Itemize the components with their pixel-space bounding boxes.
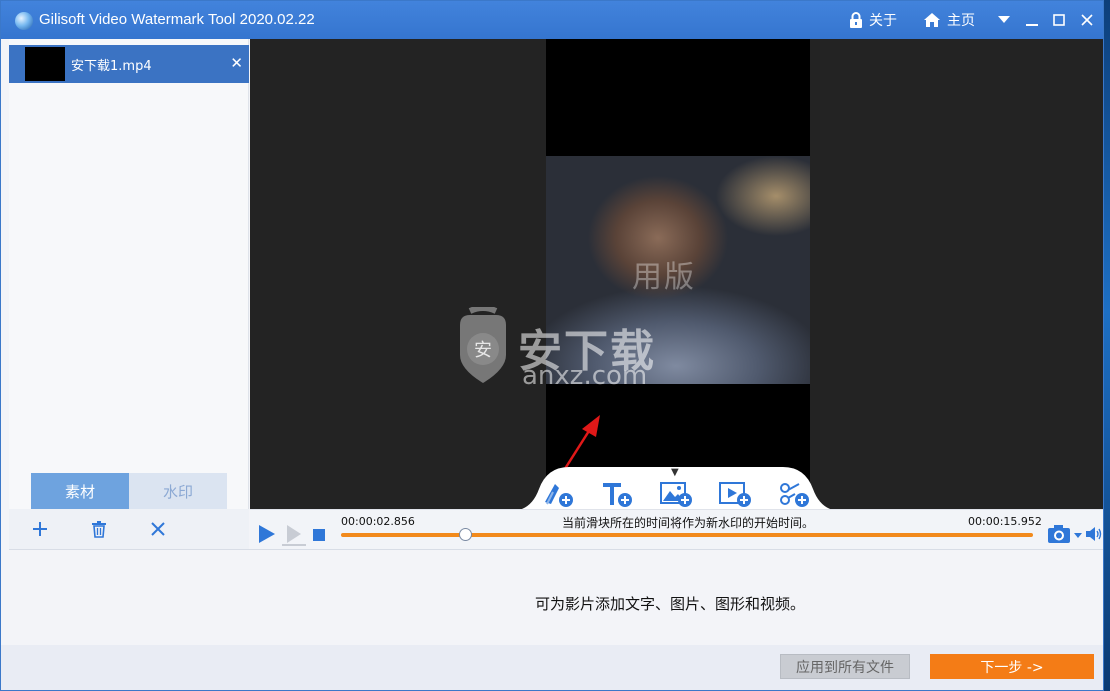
add-effect-button[interactable]: [777, 479, 811, 509]
camera-icon: [1048, 525, 1082, 543]
logo-badge-text: 安: [474, 340, 492, 361]
site-logo-domain: anxz.com: [522, 361, 648, 391]
add-shape-icon: [545, 484, 573, 507]
home-icon: [924, 13, 940, 27]
add-image-button[interactable]: [659, 479, 693, 509]
next-frame-button[interactable]: [282, 524, 306, 550]
close-icon: [1081, 14, 1093, 26]
add-text-icon: [603, 483, 632, 507]
trial-watermark-text: 用版: [632, 260, 696, 295]
tab-watermark[interactable]: 水印: [129, 473, 227, 509]
about-label: 关于: [869, 13, 897, 29]
title-bar: Gilisoft Video Watermark Tool 2020.02.22…: [1, 1, 1103, 39]
caret-down-icon: [998, 16, 1010, 23]
add-video-icon: [719, 482, 751, 507]
footer-bar: 应用到所有文件 下一步 ->: [1, 645, 1103, 690]
shield-logo-icon: 安: [460, 307, 506, 383]
panel-tabs: 素材 水印: [31, 473, 227, 509]
home-button[interactable]: 主页: [923, 10, 975, 30]
close-window-button[interactable]: [1077, 10, 1097, 30]
add-effect-icon: [780, 483, 809, 507]
video-thumbnail: [25, 47, 65, 81]
minimize-button[interactable]: [1022, 10, 1042, 30]
current-time: 00:00:02.856: [341, 515, 415, 528]
minimize-icon: [1026, 24, 1038, 26]
lock-icon: [850, 12, 862, 28]
maximize-button[interactable]: [1049, 10, 1069, 30]
step-forward-icon: [282, 525, 306, 546]
app-window: Gilisoft Video Watermark Tool 2020.02.22…: [0, 0, 1104, 691]
chevron-down-icon[interactable]: ▼: [671, 467, 679, 478]
add-text-button[interactable]: [600, 479, 634, 509]
clear-list-button[interactable]: [146, 517, 170, 541]
add-video-button[interactable]: [718, 479, 752, 509]
next-step-button[interactable]: 下一步 ->: [930, 654, 1094, 679]
video-preview: 用版 安 安下载 anxz.com: [250, 39, 1103, 509]
file-list-panel: 安下载1.mp4 ✕ 素材 水印: [9, 39, 249, 549]
tab-material[interactable]: 素材: [31, 473, 129, 509]
play-icon: [259, 525, 275, 543]
snapshot-button[interactable]: [1047, 524, 1083, 548]
plus-icon: [33, 522, 47, 536]
playback-bar: 00:00:02.856 当前滑块所在的时间将作为新水印的开始时间。 00:00…: [250, 509, 1103, 549]
play-button[interactable]: [258, 524, 276, 548]
end-time: 00:00:15.952: [968, 515, 1042, 528]
empty-state-message: 可为影片添加文字、图片、图形和视频。: [535, 595, 806, 613]
file-toolbar: [9, 509, 249, 549]
timeline-hint: 当前滑块所在的时间将作为新水印的开始时间。: [562, 516, 815, 530]
remove-file-icon[interactable]: ✕: [230, 54, 243, 72]
app-logo-icon: [15, 12, 33, 30]
speaker-icon: [1086, 527, 1102, 541]
trash-icon: [92, 520, 106, 538]
timeline-slider-handle[interactable]: [459, 528, 473, 541]
apply-to-all-button[interactable]: 应用到所有文件: [780, 654, 910, 679]
stop-button[interactable]: [313, 529, 325, 541]
maximize-icon: [1053, 14, 1065, 26]
file-list-item[interactable]: 安下载1.mp4 ✕: [9, 45, 249, 83]
volume-button[interactable]: [1085, 526, 1103, 546]
home-label: 主页: [947, 13, 975, 29]
delete-file-button[interactable]: [87, 517, 111, 541]
watermark-list-area: 可为影片添加文字、图片、图形和视频。: [9, 549, 1103, 645]
window-title: Gilisoft Video Watermark Tool 2020.02.22: [39, 11, 315, 28]
timeline-track[interactable]: [341, 533, 1033, 537]
add-shape-button[interactable]: [541, 479, 575, 509]
file-name: 安下载1.mp4: [71, 59, 152, 74]
about-button[interactable]: 关于: [849, 10, 897, 30]
add-file-button[interactable]: [28, 517, 52, 541]
add-image-icon: [660, 482, 692, 507]
close-icon: [151, 522, 165, 536]
dropdown-menu-button[interactable]: [994, 10, 1014, 30]
